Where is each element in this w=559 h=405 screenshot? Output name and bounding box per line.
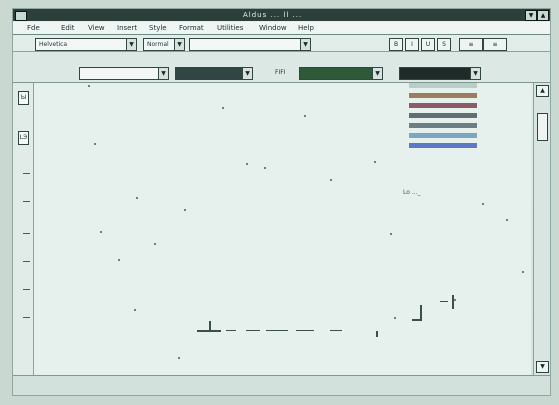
underline-button[interactable]: U [421, 38, 435, 51]
grid-dot [390, 233, 392, 235]
menu-bar: Fde Edit View Insert Style Format Utilit… [13, 22, 550, 35]
grid-dot [178, 357, 180, 359]
line-label: FIFI [275, 69, 286, 76]
grid-dot [394, 317, 396, 319]
font-combo-dropdown-icon[interactable]: ▼ [126, 39, 136, 50]
ruler-tick [23, 173, 30, 174]
menu-window[interactable]: Window [259, 22, 287, 34]
scroll-down-icon[interactable]: ▼ [536, 361, 549, 373]
maximize-button[interactable]: ▲ [537, 10, 549, 21]
ruler-tick [23, 233, 30, 234]
menu-insert[interactable]: Insert [117, 22, 137, 34]
drawing-stroke [197, 330, 221, 332]
style-combo-value: Normal [147, 41, 169, 48]
swatch-combo[interactable]: ▼ [399, 67, 481, 80]
window-title: Aldus ... ll ... [243, 11, 303, 19]
color-swatch[interactable] [409, 123, 477, 128]
grid-dot [454, 299, 456, 301]
panel-label: Lo ..._ [403, 189, 421, 196]
menu-style[interactable]: Style [149, 22, 167, 34]
graphics-toolbar: ▼ ▼ FIFI ▼ ▼ [13, 52, 550, 83]
grid-dot [100, 231, 102, 233]
system-menu-box[interactable] [15, 11, 27, 21]
menu-view[interactable]: View [88, 22, 105, 34]
style-combo[interactable]: Normal ▼ [143, 38, 185, 51]
drawing-stroke [246, 330, 260, 331]
formatting-toolbar: Helvetica ▼ Normal ▼ ▼ B I U S ≡ ≡ [13, 36, 550, 52]
title-bar: Aldus ... ll ... ▼ ▲ [13, 9, 550, 21]
ruler-tick [23, 261, 30, 262]
line-dropdown-icon[interactable]: ▼ [242, 68, 252, 79]
grid-dot [94, 143, 96, 145]
line-combo[interactable]: ▼ [175, 67, 253, 80]
menu-file[interactable]: Fde [27, 22, 40, 34]
color-swatch[interactable] [409, 143, 477, 148]
select-tool[interactable]: Ы [18, 91, 29, 105]
color-swatch[interactable] [409, 103, 477, 108]
menu-utilities[interactable]: Utilities [217, 22, 243, 34]
grid-dot [246, 163, 248, 165]
color-swatch[interactable] [409, 83, 477, 88]
drawing-stroke [266, 330, 288, 331]
grid-dot [330, 179, 332, 181]
ruler-tick [23, 289, 30, 290]
grid-dot [522, 271, 524, 273]
vertical-scrollbar[interactable]: ▲ ▼ [533, 83, 550, 375]
grid-dot [222, 107, 224, 109]
application-window: Aldus ... ll ... ▼ ▲ Fde Edit View Inser… [12, 8, 551, 396]
size-combo-dropdown-icon[interactable]: ▼ [300, 39, 310, 50]
color-combo[interactable]: ▼ [299, 67, 383, 80]
drawing-stroke [226, 330, 236, 331]
strike-button[interactable]: S [437, 38, 451, 51]
ruler-tick [23, 317, 30, 318]
menu-edit[interactable]: Edit [61, 22, 75, 34]
minimize-button[interactable]: ▼ [525, 10, 537, 21]
grid-dot [136, 197, 138, 199]
grid-dot [374, 161, 376, 163]
bold-button[interactable]: B [389, 38, 403, 51]
style-combo-dropdown-icon[interactable]: ▼ [174, 39, 184, 50]
drawing-stroke [330, 330, 342, 331]
align-center-button[interactable]: ≡ [483, 38, 507, 51]
swatch-dropdown-icon[interactable]: ▼ [470, 68, 480, 79]
color-dropdown-icon[interactable]: ▼ [372, 68, 382, 79]
size-combo[interactable]: ▼ [189, 38, 311, 51]
grid-dot [88, 85, 90, 87]
monitor-bezel: Aldus ... ll ... ▼ ▲ Fde Edit View Inser… [0, 0, 559, 405]
menu-format[interactable]: Format [179, 22, 204, 34]
color-swatch[interactable] [409, 93, 477, 98]
fill-combo[interactable]: ▼ [79, 67, 169, 80]
grid-dot [304, 115, 306, 117]
scroll-up-icon[interactable]: ▲ [536, 85, 549, 97]
drawing-stroke [440, 301, 448, 302]
font-combo[interactable]: Helvetica ▼ [35, 38, 137, 51]
grid-dot [184, 209, 186, 211]
status-bar [13, 375, 550, 395]
ruler-tick [23, 201, 30, 202]
fill-dropdown-icon[interactable]: ▼ [158, 68, 168, 79]
grid-dot [134, 309, 136, 311]
grid-dot [482, 203, 484, 205]
color-swatch-panel [401, 81, 485, 153]
color-swatch[interactable] [409, 113, 477, 118]
color-swatch[interactable] [409, 133, 477, 138]
italic-button[interactable]: I [405, 38, 419, 51]
grid-dot [154, 243, 156, 245]
text-tool[interactable]: LЭ [18, 131, 29, 145]
menu-help[interactable]: Help [298, 22, 314, 34]
grid-dot [118, 259, 120, 261]
font-combo-value: Helvetica [39, 41, 68, 48]
drawing-stroke [376, 331, 378, 337]
drawing-stroke [296, 330, 314, 331]
scroll-thumb[interactable] [537, 113, 548, 141]
grid-dot [506, 219, 508, 221]
tool-palette: Ы LЭ [13, 83, 34, 383]
grid-dot [264, 167, 266, 169]
drawing-stroke [452, 295, 454, 309]
align-left-button[interactable]: ≡ [459, 38, 483, 51]
drawing-stroke [420, 305, 422, 321]
